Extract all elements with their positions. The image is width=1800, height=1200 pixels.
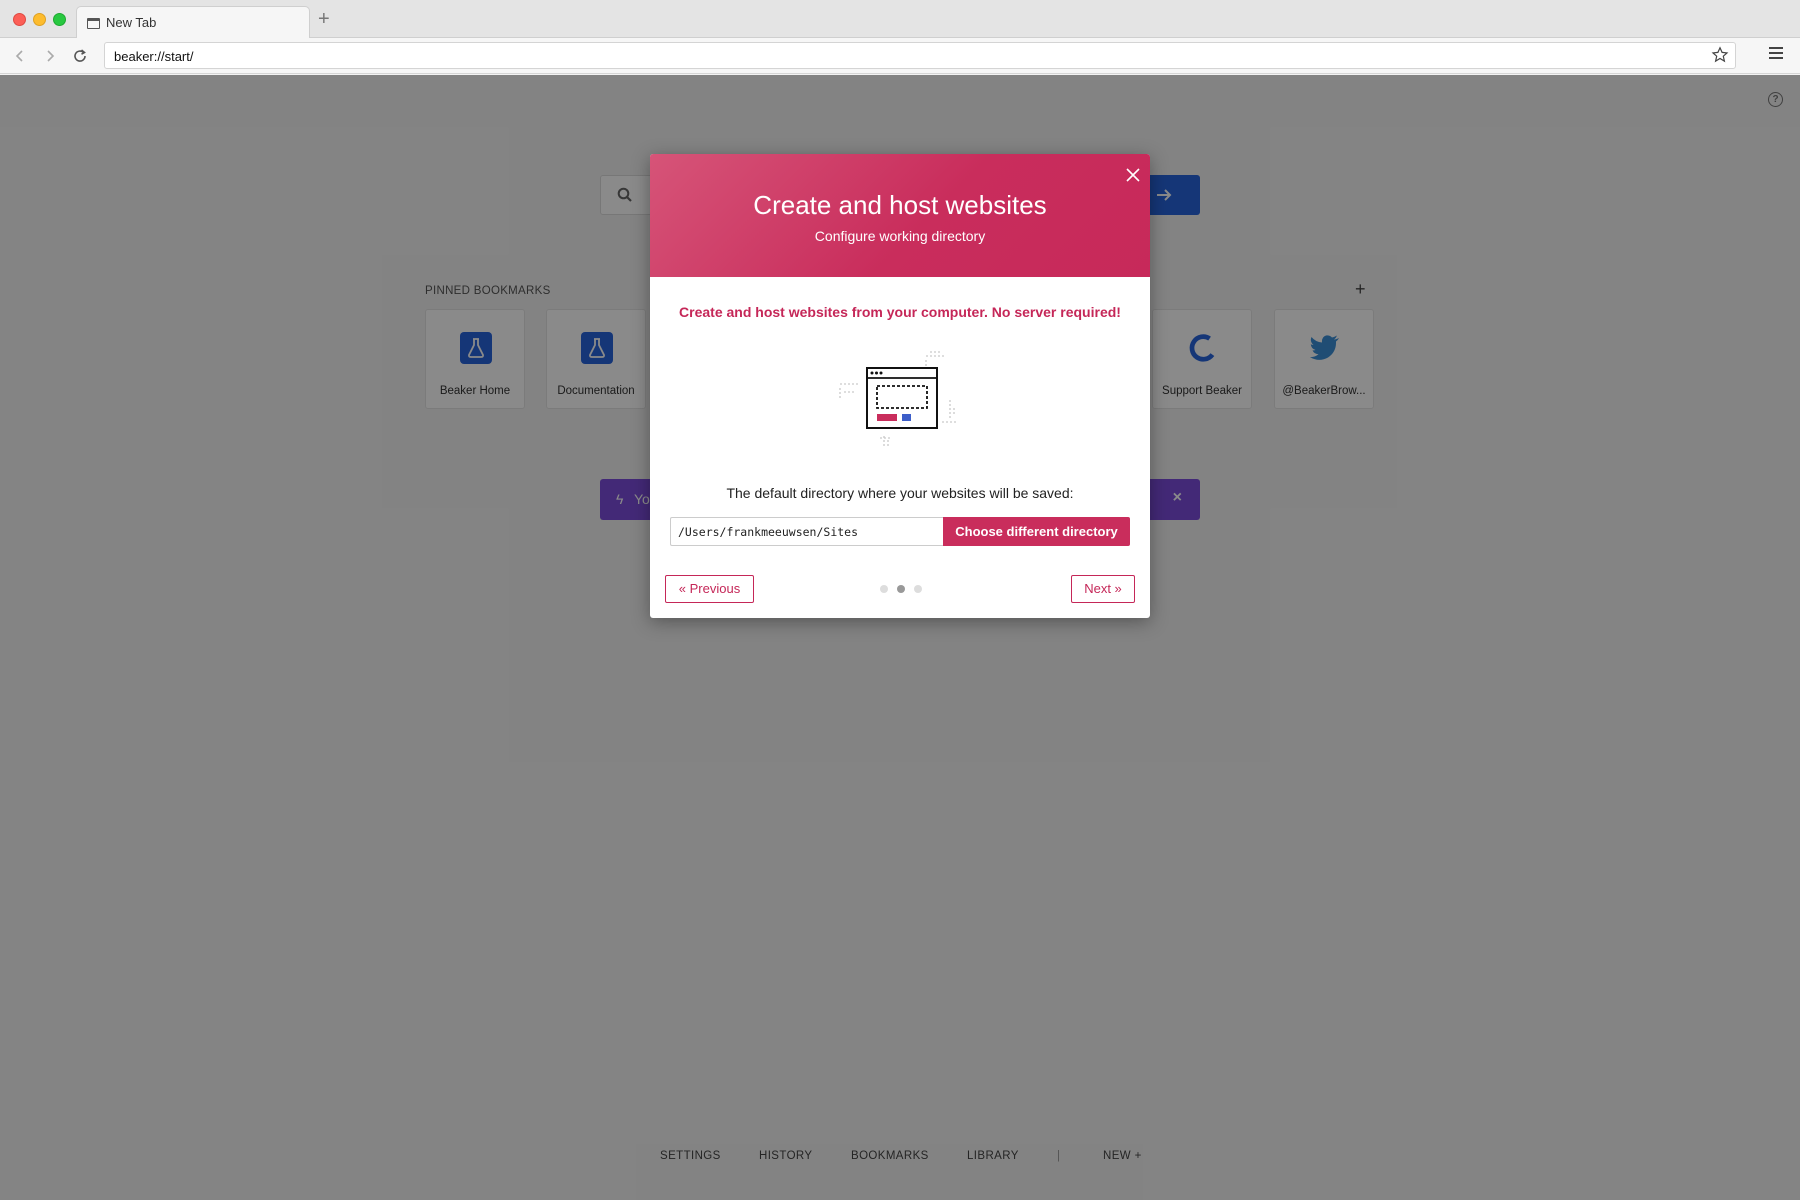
setup-modal: Create and host websites Configure worki… (650, 154, 1150, 618)
tab-title: New Tab (106, 15, 157, 30)
reload-button[interactable] (68, 44, 92, 68)
modal-tagline: Create and host websites from your compu… (679, 304, 1121, 320)
minimize-window-button[interactable] (33, 13, 46, 26)
close-icon[interactable] (1122, 164, 1144, 186)
close-window-button[interactable] (13, 13, 26, 26)
directory-field[interactable]: /Users/frankmeeuwsen/Sites (670, 517, 944, 546)
forward-arrow-icon (47, 50, 55, 62)
back-button[interactable] (8, 44, 32, 68)
toolbar: beaker://start/ (0, 38, 1800, 74)
reload-icon (74, 49, 86, 62)
step-dot (880, 585, 888, 593)
menu-icon[interactable] (1768, 46, 1784, 60)
step-indicator (880, 585, 922, 593)
zoom-window-button[interactable] (53, 13, 66, 26)
window-icon (87, 18, 100, 29)
back-arrow-icon (15, 50, 23, 62)
modal-header: Create and host websites Configure worki… (650, 154, 1150, 277)
url-text: beaker://start/ (114, 49, 194, 64)
directory-description: The default directory where your website… (726, 485, 1074, 501)
website-illustration-icon (839, 351, 956, 448)
step-dot-active (897, 585, 905, 593)
tab-new-tab[interactable]: New Tab (76, 6, 310, 39)
forward-button[interactable] (38, 44, 62, 68)
title-bar: New Tab + (0, 0, 1800, 39)
bookmark-star-icon[interactable] (1711, 46, 1729, 64)
step-dot (914, 585, 922, 593)
modal-title: Create and host websites (753, 190, 1047, 220)
choose-directory-button[interactable]: Choose different directory (943, 517, 1130, 546)
modal-subtitle: Configure working directory (814, 228, 986, 244)
next-button[interactable]: Next » (1071, 575, 1135, 603)
previous-button[interactable]: « Previous (665, 575, 754, 603)
url-bar[interactable]: beaker://start/ (104, 42, 1736, 69)
new-tab-button[interactable]: + (318, 7, 330, 31)
